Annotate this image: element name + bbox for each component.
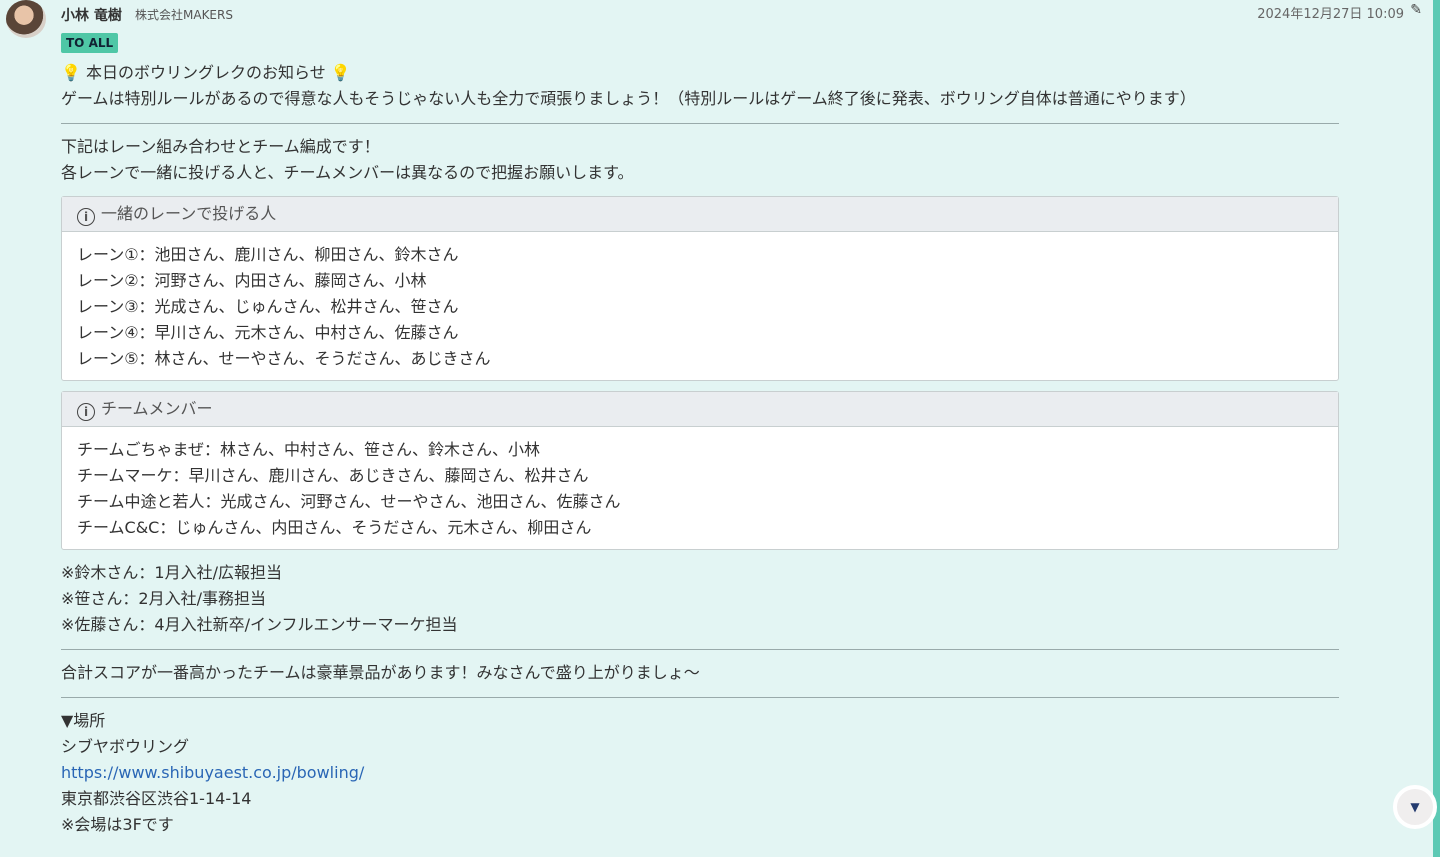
info-icon: i	[77, 208, 95, 226]
lane-item: レーン①：池田さん、鹿川さん、柳田さん、鈴木さん	[77, 245, 459, 264]
lead-text: 下記はレーン組み合わせとチーム編成です！	[61, 137, 380, 156]
divider	[61, 697, 1339, 698]
lightbulb-icon: 💡	[61, 63, 81, 82]
note-item: ※笹さん：2月入社/事務担当	[61, 589, 266, 608]
lanes-panel-header: i 一緒のレーンで投げる人	[62, 197, 1338, 232]
divider	[61, 123, 1339, 124]
venue-name: シブヤボウリング	[61, 737, 190, 756]
note-item: ※佐藤さん：4月入社新卒/インフルエンサーマーケ担当	[61, 615, 458, 634]
prize-text: 合計スコアが一番高かったチームは豪華景品があります！みなさんで盛り上がりましょ〜	[61, 663, 700, 682]
author-name[interactable]: 小林 竜樹	[61, 5, 122, 25]
divider	[61, 649, 1339, 650]
teams-panel-title: チームメンバー	[101, 399, 213, 418]
teams-panel-header: i チームメンバー	[62, 392, 1338, 427]
lead-text: 各レーンで一緒に投げる人と、チームメンバーは異なるので把握お願いします。	[61, 163, 634, 182]
intro-text: ゲームは特別ルールがあるので得意な人もそうじゃない人も全力で頑張りましょう！（特…	[61, 89, 1196, 108]
venue-link[interactable]: https://www.shibuyaest.co.jp/bowling/	[61, 763, 364, 782]
lane-item: レーン③：光成さん、じゅんさん、松井さん、笹さん	[77, 297, 459, 316]
message-title: 本日のボウリングレクのお知らせ	[86, 63, 326, 82]
team-item: チームごちゃまぜ：林さん、中村さん、笹さん、鈴木さん、小林	[77, 440, 541, 459]
team-item: チーム中途と若人：光成さん、河野さん、せーやさん、池田さん、佐藤さん	[77, 492, 621, 511]
venue-note: ※会場は3Fです	[61, 815, 174, 834]
lanes-panel-title: 一緒のレーンで投げる人	[101, 204, 277, 223]
teams-panel: i チームメンバー チームごちゃまぜ：林さん、中村さん、笹さん、鈴木さん、小林 チ…	[61, 391, 1339, 550]
lane-item: レーン②：河野さん、内田さん、藤岡さん、小林	[77, 271, 427, 290]
to-all-badge: TO ALL	[61, 33, 119, 53]
message-body: 💡 本日のボウリングレクのお知らせ 💡 ゲームは特別ルールがあるので得意な人もそ…	[61, 60, 1339, 838]
lightbulb-icon: 💡	[330, 63, 351, 82]
edit-pencil-icon[interactable]: ✎	[1410, 2, 1422, 18]
lane-item: レーン④：早川さん、元木さん、中村さん、佐藤さん	[77, 323, 459, 342]
info-icon: i	[77, 403, 95, 421]
team-item: チームマーケ：早川さん、鹿川さん、あじきさん、藤岡さん、松井さん	[77, 466, 589, 485]
scroll-down-button[interactable]: ▼	[1393, 785, 1437, 829]
note-item: ※鈴木さん：1月入社/広報担当	[61, 563, 282, 582]
team-item: チームC&C：じゅんさん、内田さん、そうださん、元木さん、柳田さん	[77, 518, 592, 537]
thread-accent-bar	[1433, 0, 1440, 857]
avatar[interactable]	[6, 0, 46, 38]
author-company: 株式会社MAKERS	[135, 8, 233, 22]
lane-item: レーン⑤：林さん、せーやさん、そうださん、あじきさん	[77, 349, 491, 368]
message-title-line: 💡 本日のボウリングレクのお知らせ 💡	[61, 60, 1339, 86]
venue-address: 東京都渋谷区渋谷1-14-14	[61, 789, 252, 808]
venue-heading: ▼場所	[61, 711, 106, 730]
timestamp: 2024年12月27日 10:09	[1257, 7, 1404, 22]
lanes-panel: i 一緒のレーンで投げる人 レーン①：池田さん、鹿川さん、柳田さん、鈴木さん レー…	[61, 196, 1339, 381]
